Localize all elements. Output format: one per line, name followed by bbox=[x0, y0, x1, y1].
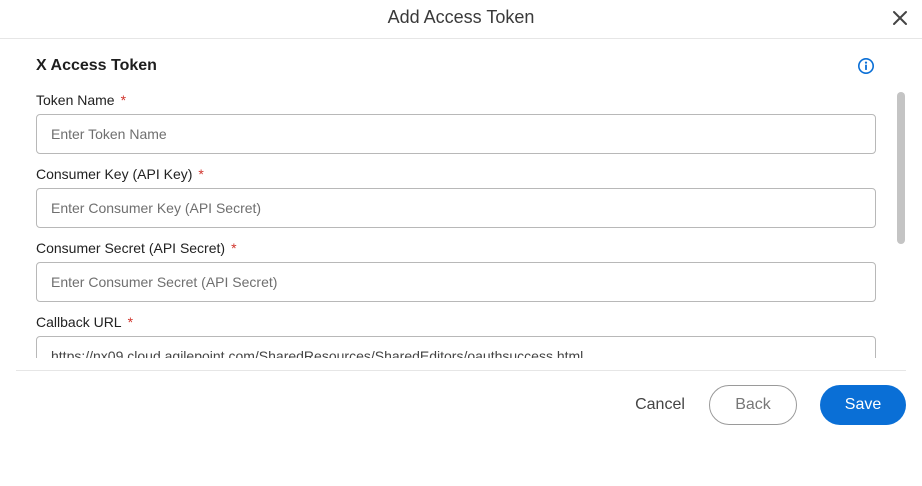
consumer-key-label-text: Consumer Key (API Key) bbox=[36, 166, 193, 182]
dialog-header: Add Access Token bbox=[0, 0, 922, 39]
consumer-secret-input[interactable] bbox=[36, 262, 876, 302]
cancel-button[interactable]: Cancel bbox=[628, 386, 692, 424]
consumer-key-input[interactable] bbox=[36, 188, 876, 228]
required-marker: * bbox=[127, 314, 134, 330]
consumer-secret-label: Consumer Secret (API Secret) * bbox=[36, 240, 237, 256]
required-marker: * bbox=[231, 240, 237, 256]
required-marker: * bbox=[198, 166, 204, 182]
dialog-title: Add Access Token bbox=[387, 7, 535, 27]
close-icon[interactable] bbox=[890, 8, 910, 28]
consumer-secret-label-text: Consumer Secret (API Secret) bbox=[36, 240, 226, 256]
scrollbar-thumb[interactable] bbox=[897, 92, 905, 244]
back-button[interactable]: Back bbox=[709, 385, 797, 425]
section-title: X Access Token bbox=[36, 57, 157, 74]
footer-divider bbox=[16, 370, 906, 371]
callback-url-label-text: Callback URL bbox=[36, 314, 122, 330]
token-name-input[interactable] bbox=[36, 114, 876, 154]
callback-url-label: Callback URL * bbox=[36, 314, 133, 330]
callback-url-input[interactable] bbox=[36, 336, 876, 358]
token-name-label-text: Token Name bbox=[36, 92, 115, 108]
info-icon[interactable] bbox=[857, 57, 875, 75]
dialog-body: X Access Token Token Name * Consumer Key … bbox=[0, 40, 922, 358]
token-name-label: Token Name * bbox=[36, 92, 126, 108]
required-marker: * bbox=[120, 92, 127, 108]
consumer-key-label: Consumer Key (API Key) * bbox=[36, 166, 204, 182]
scrollbar[interactable] bbox=[896, 92, 906, 358]
save-button[interactable]: Save bbox=[820, 385, 906, 425]
